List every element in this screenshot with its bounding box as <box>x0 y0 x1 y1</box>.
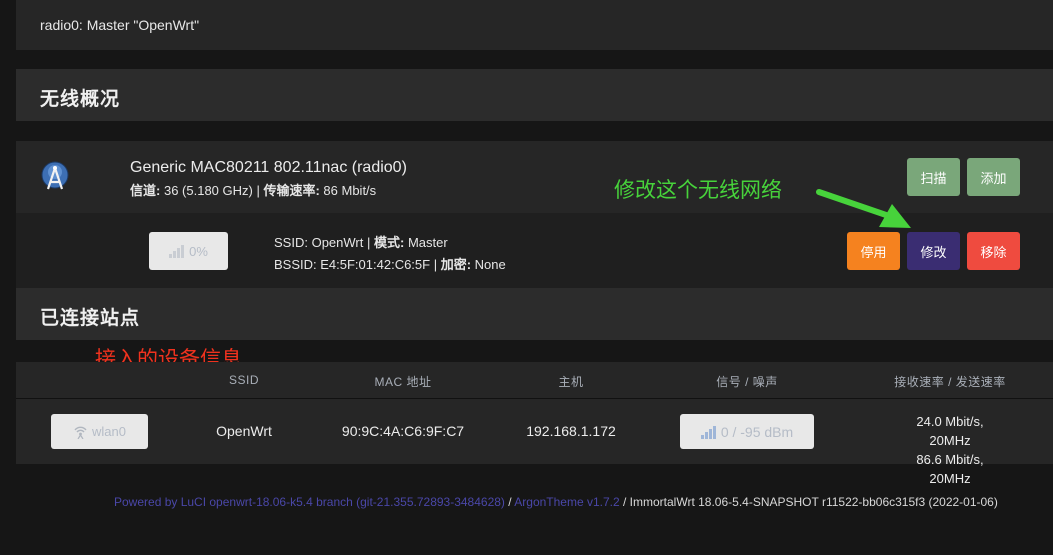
theme-link[interactable]: ArgonTheme v1.7.2 <box>514 495 619 509</box>
wireless-overview-header: 无线概况 <box>16 69 1053 121</box>
network-signal-value: 0% <box>189 243 208 259</box>
radio-details: 信道: 36 (5.180 GHz) | 传输速率: 86 Mbit/s <box>130 183 377 198</box>
bssid-line: BSSID: E4:5F:01:42:C6:5F | 加密: None <box>274 257 506 272</box>
wifi-iface-icon <box>74 426 87 439</box>
mode-label: 模式: <box>373 235 405 250</box>
associated-stations-header: 已连接站点 <box>16 288 1053 340</box>
iface-badge[interactable]: wlan0 <box>51 414 148 449</box>
col-header-host: 主机 <box>558 375 584 389</box>
wireless-overview-title: 无线概况 <box>40 89 121 110</box>
footer: Powered by LuCI openwrt-18.06-k5.4 branc… <box>114 495 998 509</box>
footer-build: / ImmortalWrt 18.06-5.4-SNAPSHOT r11522-… <box>619 495 998 509</box>
radio-summary-panel: radio0: Master "OpenWrt" <box>16 0 1053 50</box>
channel-label: 信道: <box>130 183 161 198</box>
associated-stations-title: 已连接站点 <box>40 308 141 329</box>
col-header-rate: 接收速率 / 发送速率 <box>894 375 1006 389</box>
encryption-label: 加密: <box>440 257 472 272</box>
col-header-signal: 信号 / 噪声 <box>716 375 778 389</box>
station-rates: 24.0 Mbit/s, 20MHz 86.6 Mbit/s, 20MHz <box>899 412 1002 488</box>
remove-button[interactable]: 移除 <box>967 232 1020 270</box>
bssid-value: E4:5F:01:42:C6:5F <box>320 257 431 272</box>
ssid-label: SSID: <box>274 235 308 250</box>
network-signal-badge: 0% <box>149 232 228 270</box>
station-mac: 90:9C:4A:C6:9F:C7 <box>341 423 465 439</box>
mode-value: Master <box>407 235 448 250</box>
rate-value: 86 Mbit/s <box>323 183 377 198</box>
col-header-mac: MAC 地址 <box>374 375 432 389</box>
channel-value: 36 (5.180 GHz) <box>163 183 253 198</box>
radio-summary-text: radio0: Master "OpenWrt" <box>40 17 200 33</box>
footer-separator: / <box>504 495 515 509</box>
bssid-label: BSSID: <box>274 257 317 272</box>
ssid-line: SSID: OpenWrt | 模式: Master <box>274 235 448 250</box>
luci-link[interactable]: Powered by LuCI openwrt-18.06-k5.4 branc… <box>114 495 505 509</box>
encryption-value: None <box>474 257 506 272</box>
wifi-radio-icon <box>41 161 69 190</box>
edit-button[interactable]: 修改 <box>907 232 960 270</box>
station-signal-badge: 0 / -95 dBm <box>680 414 814 449</box>
associated-stations-table: SSID MAC 地址 主机 信号 / 噪声 接收速率 / 发送速率 wlan0… <box>16 362 1053 486</box>
add-button[interactable]: 添加 <box>967 158 1020 196</box>
signal-bars-icon <box>700 425 716 439</box>
station-tx-rate: 86.6 Mbit/s, 20MHz <box>916 452 984 486</box>
green-arrow-annotation <box>816 189 911 228</box>
col-header-ssid: SSID <box>228 373 260 387</box>
disable-button[interactable]: 停用 <box>847 232 900 270</box>
radio-name: Generic MAC80211 802.11nac (radio0) <box>130 159 407 176</box>
station-signal-value: 0 / -95 dBm <box>720 423 794 440</box>
station-rx-rate: 24.0 Mbit/s, 20MHz <box>916 414 984 448</box>
signal-bars-icon <box>169 245 185 258</box>
edit-annotation-text: 修改这个无线网络 <box>614 179 782 202</box>
ssid-value: OpenWrt <box>311 235 364 250</box>
rate-label: 传输速率: <box>263 183 320 198</box>
station-ssid: OpenWrt <box>216 423 272 439</box>
station-host: 192.168.1.172 <box>526 423 616 439</box>
iface-name: wlan0 <box>92 424 126 439</box>
table-header-divider <box>16 398 1053 399</box>
